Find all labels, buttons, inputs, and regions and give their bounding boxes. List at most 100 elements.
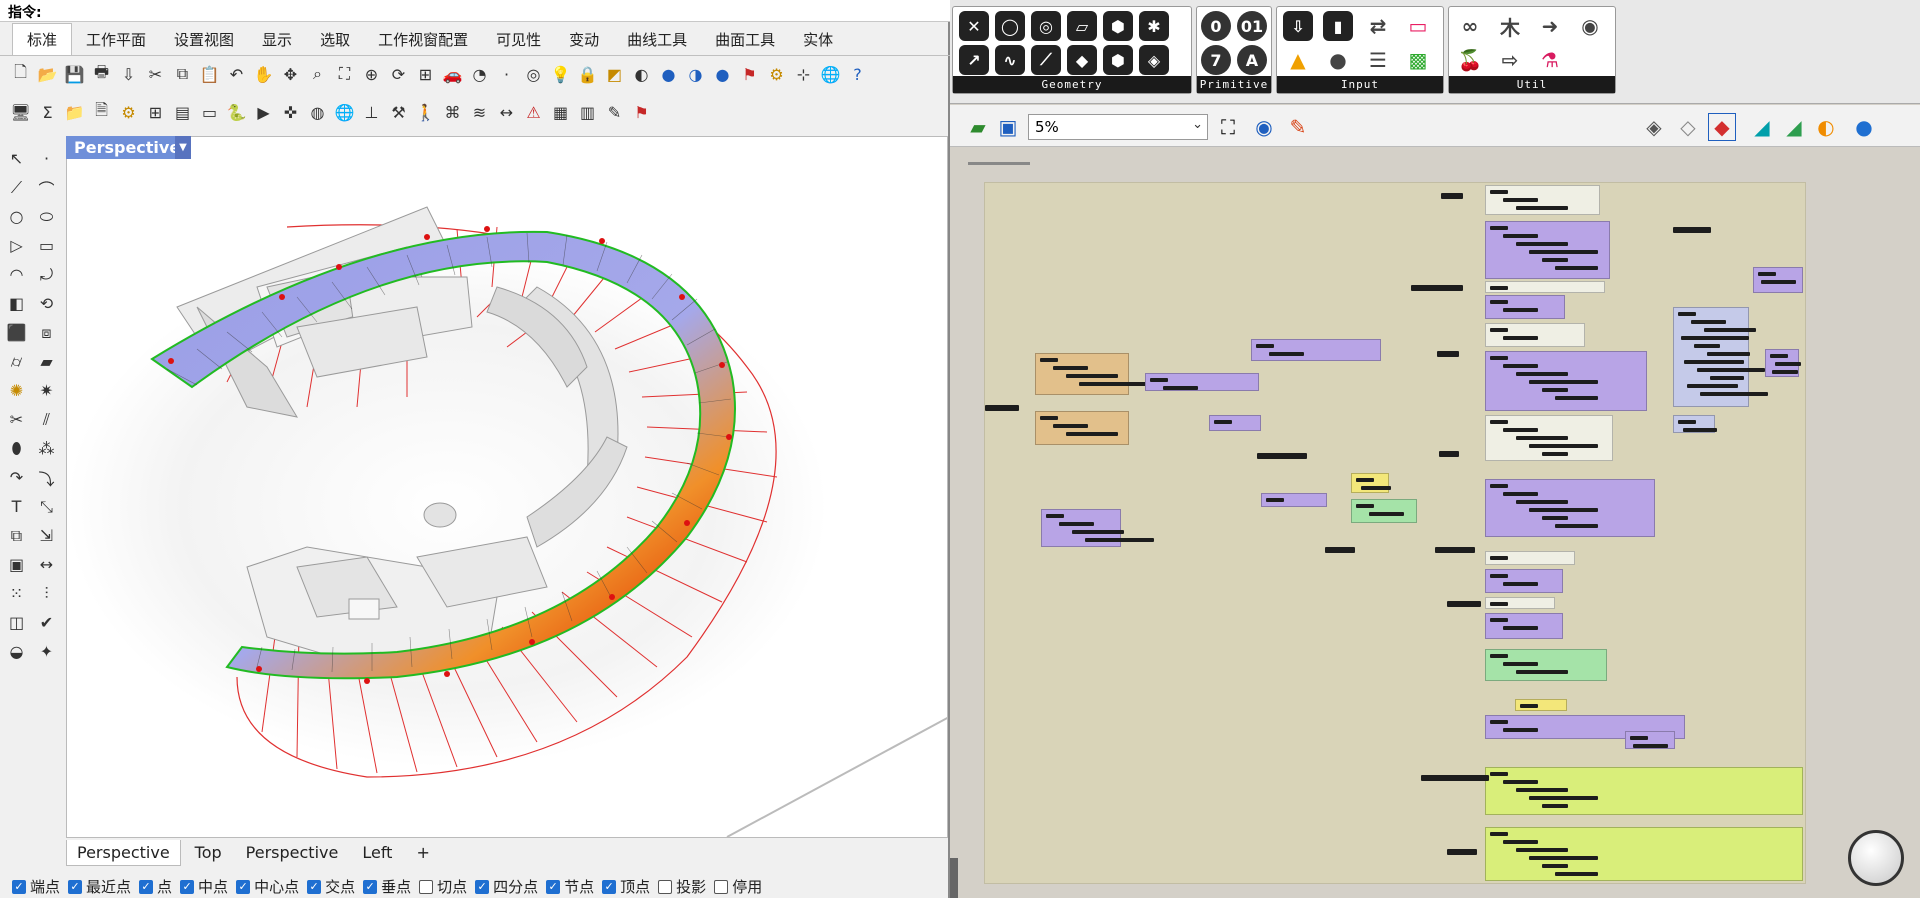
tree-icon[interactable]: ⊥ — [359, 100, 384, 125]
component-node[interactable] — [1772, 370, 1798, 374]
canvas-navigator-icon[interactable] — [1848, 830, 1904, 886]
button-icon[interactable]: ● — [1323, 45, 1353, 75]
component-node[interactable] — [1516, 372, 1568, 376]
layout-icon[interactable]: ▤ — [170, 100, 195, 125]
component-node[interactable] — [1697, 368, 1765, 372]
component-node[interactable] — [1256, 344, 1274, 348]
component-node[interactable] — [1325, 547, 1355, 553]
arrow-outline-icon[interactable]: ⇨ — [1495, 45, 1525, 75]
scrollbar[interactable] — [950, 858, 958, 898]
component-node[interactable] — [1356, 478, 1374, 482]
target-icon[interactable]: ◎ — [521, 62, 546, 87]
scale-icon[interactable]: ⤡ — [34, 494, 59, 519]
component-group[interactable] — [1485, 479, 1655, 537]
tab-9[interactable]: 曲面工具 — [701, 24, 789, 55]
tab-0[interactable]: 标准 — [12, 23, 73, 55]
component-group[interactable] — [1485, 597, 1555, 609]
preview-wire-icon[interactable]: ◈ — [1640, 113, 1668, 141]
open-icon[interactable]: 📂 — [35, 62, 60, 87]
component-node[interactable] — [1257, 453, 1307, 459]
component-node[interactable] — [1770, 354, 1788, 358]
component-node[interactable] — [1040, 416, 1058, 420]
lock-icon[interactable]: 🔒 — [575, 62, 600, 87]
flag-icon[interactable]: ⚑ — [737, 62, 762, 87]
zoom-extents-icon[interactable]: ⛶ — [332, 62, 357, 87]
save-icon[interactable]: 💾 — [62, 62, 87, 87]
box-icon[interactable]: ⬛ — [4, 320, 29, 345]
tab-6[interactable]: 可见性 — [482, 24, 555, 55]
component-node[interactable] — [1516, 242, 1568, 246]
component-node[interactable] — [1516, 670, 1568, 674]
component-node[interactable] — [1503, 582, 1538, 586]
check-icon[interactable]: ✔ — [34, 610, 59, 635]
text-icon[interactable]: A — [1237, 45, 1267, 75]
component-group[interactable] — [1485, 323, 1585, 347]
osnap-10[interactable]: ✓ 顶点 — [602, 876, 650, 897]
arrow-icon[interactable]: ➜ — [1535, 11, 1565, 41]
component-node[interactable] — [1678, 420, 1696, 424]
component-node[interactable] — [1150, 378, 1168, 382]
component-node[interactable] — [1542, 864, 1568, 868]
component-node[interactable] — [1542, 804, 1568, 808]
cut-icon[interactable]: ✂ — [143, 62, 168, 87]
measure-icon[interactable]: Σ — [35, 100, 60, 125]
component-node[interactable] — [1775, 362, 1801, 366]
checkbox[interactable]: ✓ — [12, 879, 26, 894]
checkbox[interactable]: ✓ — [139, 879, 154, 894]
component-node[interactable] — [1503, 428, 1538, 432]
component-group[interactable] — [1209, 415, 1261, 431]
osnap-1[interactable]: ✓ 最近点 — [68, 876, 131, 897]
component-group[interactable] — [1485, 351, 1647, 411]
polygon-icon[interactable]: ▷ — [4, 233, 29, 258]
circle-icon[interactable]: ◯ — [995, 11, 1025, 41]
component-node[interactable] — [1490, 602, 1508, 606]
panel-icon[interactable]: ▭ — [197, 100, 222, 125]
gh-canvas[interactable] — [950, 148, 1920, 898]
component-node[interactable] — [1707, 352, 1750, 356]
lifebuoy-icon[interactable]: ◍ — [305, 100, 330, 125]
osnap-11[interactable]: 投影 — [658, 876, 706, 897]
gear-options-icon[interactable]: ⚙ — [764, 62, 789, 87]
select-icon[interactable]: ↖ — [4, 146, 29, 171]
component-node[interactable] — [1503, 626, 1538, 630]
component-group[interactable] — [1753, 267, 1803, 293]
grid-icon[interactable]: ⊹ — [791, 62, 816, 87]
component-node[interactable] — [1435, 547, 1475, 553]
binary-icon[interactable]: 01 — [1237, 11, 1267, 41]
python-icon[interactable]: 🐍 — [224, 100, 249, 125]
terminal-icon[interactable]: ▶ — [251, 100, 276, 125]
checkbox[interactable]: ✓ — [68, 879, 83, 894]
slider-icon[interactable]: ▮ — [1323, 11, 1353, 41]
trim-icon[interactable]: ✂ — [4, 407, 29, 432]
component-node[interactable] — [1633, 744, 1668, 748]
pixel-icon[interactable]: ▩ — [1403, 45, 1433, 75]
component-group[interactable] — [1485, 551, 1575, 565]
import-icon[interactable]: ⇩ — [116, 62, 141, 87]
component-group[interactable] — [1485, 415, 1613, 461]
component-node[interactable] — [1758, 272, 1776, 276]
component-node[interactable] — [1437, 351, 1459, 357]
split-color-icon[interactable]: ◐ — [1812, 113, 1840, 141]
camera-icon[interactable]: ◔ — [467, 62, 492, 87]
component-group[interactable] — [1485, 221, 1610, 279]
gear-icon[interactable]: ⚙ — [116, 100, 141, 125]
viewport-tab-4[interactable]: + — [406, 840, 439, 865]
save-icon[interactable]: ▣ — [994, 113, 1022, 141]
osnap-8[interactable]: ✓ 四分点 — [475, 876, 538, 897]
checkbox[interactable]: ✓ — [546, 879, 561, 894]
checkbox[interactable]: ✓ — [307, 879, 322, 894]
bag-icon[interactable]: ▥ — [575, 100, 600, 125]
checkbox[interactable]: ✓ — [475, 879, 490, 894]
sphere-render-icon[interactable]: ● — [656, 62, 681, 87]
component-node[interactable] — [1503, 308, 1538, 312]
component-node[interactable] — [1691, 320, 1726, 324]
array-icon[interactable]: ⁙ — [4, 581, 29, 606]
tab-3[interactable]: 显示 — [248, 24, 306, 55]
sphere-shaded-icon[interactable]: ◑ — [683, 62, 708, 87]
segment-icon[interactable]: ⟋ — [1031, 45, 1061, 75]
point-icon[interactable]: · — [34, 146, 59, 171]
curve-edit-icon[interactable]: ⌒ — [34, 175, 59, 200]
brush-icon[interactable]: ✎ — [602, 100, 627, 125]
component-node[interactable] — [1503, 336, 1538, 340]
help-icon[interactable]: ? — [845, 62, 870, 87]
